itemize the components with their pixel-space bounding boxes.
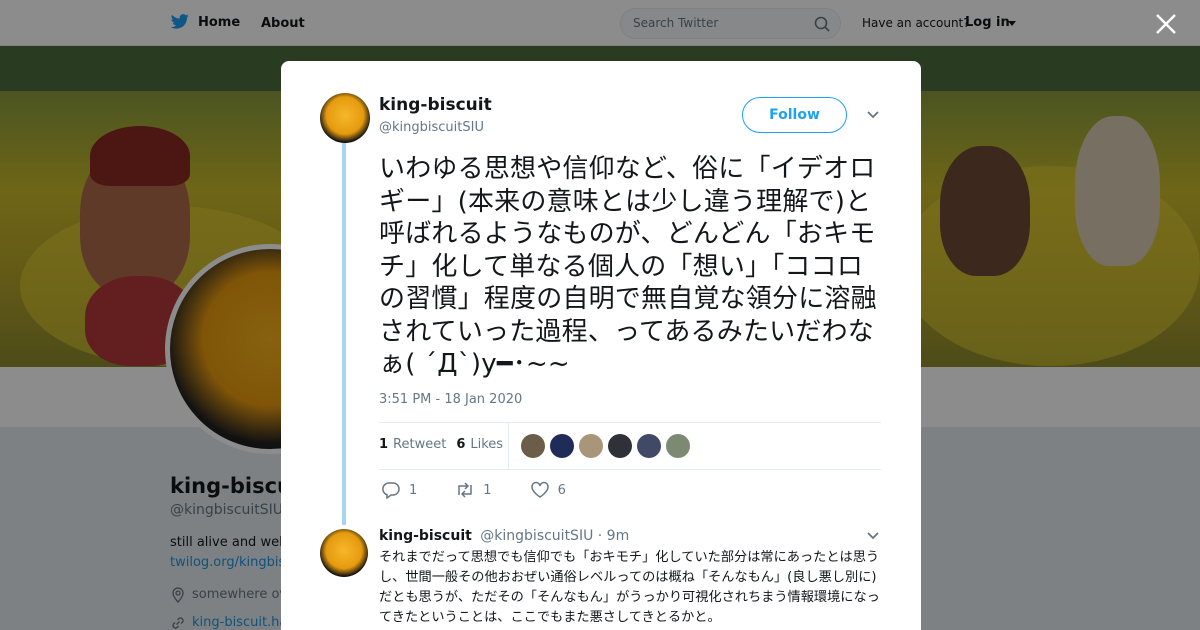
liker-avatar[interactable]: [550, 434, 574, 458]
retweet-icon: [458, 482, 473, 498]
thread-connector: [342, 143, 346, 525]
tweet-modal: king-biscuit @kingbiscuitSIU Follow いわゆる…: [281, 61, 921, 630]
reply-text: それまでだって思想でも信仰でも「おキモチ」化していた部分は常にあったとは思うし、…: [379, 550, 880, 625]
reply-author-name[interactable]: king-biscuit: [379, 528, 472, 544]
divider: [508, 423, 509, 469]
tweet-author-name[interactable]: king-biscuit: [379, 95, 492, 115]
heart-icon: [530, 481, 549, 498]
liker-avatar[interactable]: [637, 434, 661, 458]
reply-icon: [382, 482, 400, 499]
liker-avatar[interactable]: [666, 434, 690, 458]
chevron-down-icon[interactable]: [866, 110, 880, 120]
like-button[interactable]: 6: [530, 481, 566, 499]
reply-button[interactable]: 1: [381, 481, 417, 499]
tweet-timestamp[interactable]: 3:51 PM - 18 Jan 2020: [379, 392, 522, 407]
reply-time[interactable]: · 9m: [598, 528, 629, 544]
tweet-actions: 1 1 6: [381, 481, 604, 499]
liker-avatars: [521, 434, 690, 458]
divider: [379, 469, 881, 470]
retweet-count: 1: [483, 482, 492, 498]
follow-button[interactable]: Follow: [742, 97, 847, 133]
liker-avatar[interactable]: [521, 434, 545, 458]
reply-author-handle[interactable]: @kingbiscuitSIU: [480, 528, 593, 544]
tweet-author-handle[interactable]: @kingbiscuitSIU: [379, 120, 484, 135]
tweet-stats: 1 Retweet 6 Likes: [379, 437, 503, 452]
reply-count: 1: [409, 482, 418, 498]
retweet-button[interactable]: 1: [455, 481, 492, 499]
avatar[interactable]: [320, 93, 370, 143]
retweet-stat[interactable]: 1 Retweet: [379, 437, 446, 452]
avatar[interactable]: [320, 529, 368, 577]
reply-header: king-biscuit @kingbiscuitSIU · 9m: [379, 528, 629, 544]
liker-avatar[interactable]: [608, 434, 632, 458]
like-count: 6: [557, 482, 566, 498]
close-icon[interactable]: [1154, 12, 1178, 36]
like-stat[interactable]: 6 Likes: [456, 437, 503, 452]
divider: [379, 422, 881, 423]
tweet-text: いわゆる思想や信仰など、俗に「イデオロギー」(本来の意味とは少し違う理解で)と呼…: [379, 154, 877, 379]
chevron-down-icon[interactable]: [866, 531, 880, 541]
liker-avatar[interactable]: [579, 434, 603, 458]
